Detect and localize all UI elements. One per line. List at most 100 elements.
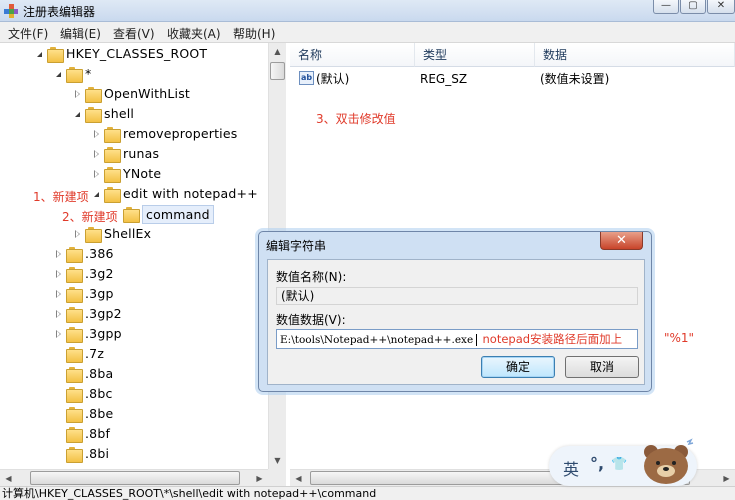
dialog-close-button[interactable]: ✕	[600, 232, 643, 250]
tree-item[interactable]: .8bf	[53, 424, 268, 444]
folder-icon	[66, 347, 83, 363]
value-data-cell[interactable]: (数值未设置)	[540, 69, 609, 89]
annotation-note: notepad安装路径后面加上	[482, 332, 623, 346]
expand-arrow-icon[interactable]	[75, 230, 80, 238]
tree-item[interactable]: .8bc	[53, 384, 268, 404]
scroll-left-icon[interactable]: ◀	[290, 470, 307, 487]
column-header-name[interactable]: 名称	[290, 43, 415, 67]
menu-help[interactable]: 帮助(H)	[233, 25, 275, 42]
value-data-input[interactable]: E:\tools\Notepad++\notepad++.exe notepad…	[276, 329, 638, 349]
ime-skin-icon[interactable]: 👕	[611, 457, 627, 472]
menu-edit[interactable]: 编辑(E)	[60, 25, 101, 42]
expand-arrow-icon[interactable]	[56, 310, 61, 318]
scroll-left-icon[interactable]: ◀	[0, 470, 17, 487]
menu-view[interactable]: 查看(V)	[113, 25, 155, 42]
tree-item[interactable]: .8bi	[53, 444, 268, 464]
scroll-right-icon[interactable]: ▶	[718, 470, 735, 487]
tree-item-label: .8be	[85, 406, 114, 421]
scroll-down-icon[interactable]: ▼	[269, 452, 286, 469]
folder-icon	[66, 447, 83, 463]
tree-item-label: .8bc	[85, 386, 113, 401]
scroll-corner	[268, 469, 286, 486]
scroll-up-icon[interactable]: ▲	[269, 43, 286, 60]
expand-arrow-icon[interactable]	[56, 270, 61, 278]
collapse-arrow-icon[interactable]	[37, 52, 42, 57]
column-header-data[interactable]: 数据	[535, 43, 735, 67]
collapse-arrow-icon[interactable]	[94, 192, 99, 197]
folder-icon	[66, 427, 83, 443]
folder-icon	[104, 127, 121, 143]
tree-item-label: OpenWithList	[104, 86, 191, 101]
folder-icon	[66, 307, 83, 323]
annotation-suffix: "%1"	[664, 331, 695, 345]
tree-item[interactable]: runas	[91, 144, 268, 164]
tree-item[interactable]: .3gpp	[53, 324, 268, 344]
tree-item[interactable]: *	[53, 64, 268, 84]
tree-item[interactable]: edit with notepad++	[91, 184, 268, 204]
tree-item[interactable]: shell	[72, 104, 268, 124]
tree-item[interactable]: HKEY_CLASSES_ROOT	[34, 44, 268, 64]
tree-item[interactable]: YNote	[91, 164, 268, 184]
tree-item[interactable]: ShellEx	[72, 224, 268, 244]
expand-arrow-icon[interactable]	[56, 290, 61, 298]
expand-arrow-icon[interactable]	[94, 130, 99, 138]
minimize-button[interactable]: —	[653, 0, 679, 14]
tree-item-label: .386	[85, 246, 114, 261]
text-caret	[476, 334, 481, 346]
annotation-step2: 2、新建项	[62, 210, 118, 224]
cancel-button[interactable]: 取消	[565, 356, 639, 378]
folder-icon	[66, 327, 83, 343]
ime-toolbar[interactable]: 英 °, 👕	[549, 438, 697, 486]
column-header-type[interactable]: 类型	[415, 43, 535, 67]
scroll-right-icon[interactable]: ▶	[251, 470, 268, 487]
folder-icon	[66, 267, 83, 283]
tree-horizontal-scrollbar[interactable]: ◀ ▶	[0, 469, 268, 486]
menu-file[interactable]: 文件(F)	[8, 25, 48, 42]
tree-item[interactable]: .8ba	[53, 364, 268, 384]
value-name-cell[interactable]: (默认)	[316, 69, 349, 89]
folder-icon	[123, 207, 140, 223]
value-type-cell[interactable]: REG_SZ	[420, 69, 467, 89]
tree-item-label: HKEY_CLASSES_ROOT	[66, 46, 208, 61]
tree-item-label: .8ba	[85, 366, 114, 381]
collapse-arrow-icon[interactable]	[75, 112, 80, 117]
ime-language[interactable]: 英	[563, 456, 579, 480]
tree-item[interactable]: .7z	[53, 344, 268, 364]
folder-icon	[66, 407, 83, 423]
ok-button[interactable]: 确定	[481, 356, 555, 378]
tree-item[interactable]: .3gp2	[53, 304, 268, 324]
tree-item[interactable]: .386	[53, 244, 268, 264]
dialog-title: 编辑字符串	[266, 239, 327, 253]
tree-item[interactable]: removeproperties	[91, 124, 268, 144]
value-name-field: (默认)	[276, 287, 638, 305]
expand-arrow-icon[interactable]	[56, 250, 61, 258]
tree-item-label: edit with notepad++	[123, 186, 258, 201]
close-button[interactable]: ✕	[707, 0, 735, 14]
dialog-body: 数值名称(N): (默认) 数值数据(V): E:\tools\Notepad+…	[267, 259, 645, 385]
tree-item[interactable]: OpenWithList	[72, 84, 268, 104]
expand-arrow-icon[interactable]	[56, 330, 61, 338]
tree-item[interactable]: command	[110, 204, 268, 224]
tree-item[interactable]: .3gp	[53, 284, 268, 304]
value-name-label: 数值名称(N):	[276, 270, 347, 284]
tree-item-label: .3g2	[85, 266, 114, 281]
collapse-arrow-icon[interactable]	[56, 72, 61, 77]
tree-item-label: runas	[123, 146, 160, 161]
folder-icon	[66, 367, 83, 383]
expand-arrow-icon[interactable]	[94, 150, 99, 158]
title-bar: 注册表编辑器 — ▢ ✕	[0, 0, 735, 22]
scroll-thumb[interactable]	[270, 62, 285, 80]
tree-item-label: .3gp	[85, 286, 114, 301]
expand-arrow-icon[interactable]	[75, 90, 80, 98]
folder-icon	[85, 87, 102, 103]
status-bar: 计算机\HKEY_CLASSES_ROOT\*\shell\edit with …	[0, 486, 735, 500]
tree-item[interactable]: .3g2	[53, 264, 268, 284]
tree-item-label: .3gpp	[85, 326, 122, 341]
tree-item[interactable]: .8be	[53, 404, 268, 424]
scroll-thumb[interactable]	[30, 471, 240, 485]
menu-favorites[interactable]: 收藏夹(A)	[167, 25, 221, 42]
maximize-button[interactable]: ▢	[680, 0, 706, 14]
folder-icon	[104, 167, 121, 183]
expand-arrow-icon[interactable]	[94, 170, 99, 178]
ime-punctuation[interactable]: °,	[590, 454, 604, 473]
